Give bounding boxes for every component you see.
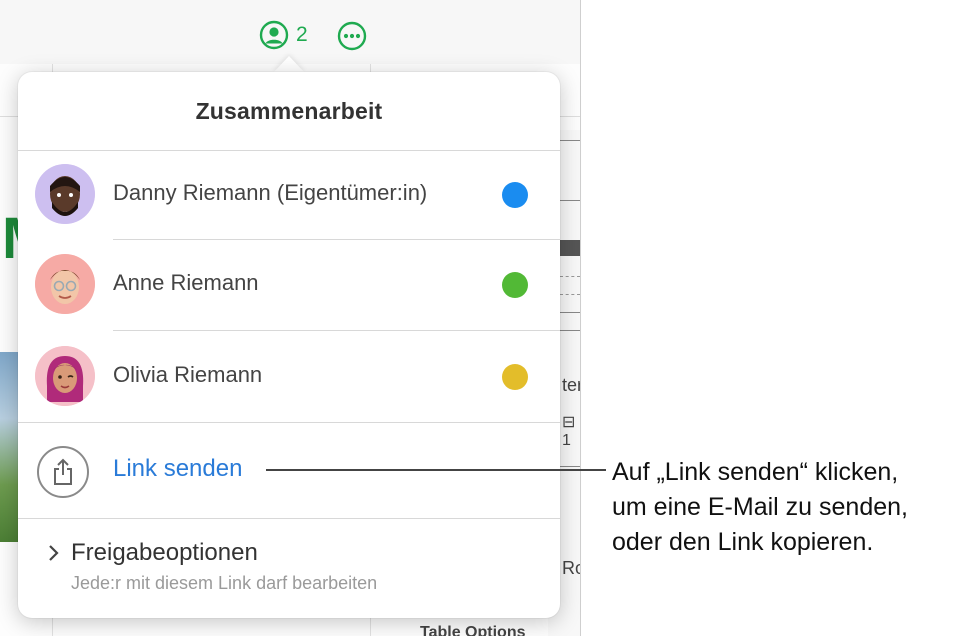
sidebar-text[interactable]: Ro [562, 558, 580, 579]
collaboration-popover: Zusammenarbeit Danny Riemann (Eigentümer… [18, 72, 560, 618]
divider [560, 276, 580, 277]
sharing-options-subtitle: Jede:r mit diesem Link darf bearbeiten [71, 573, 378, 593]
divider [560, 312, 580, 313]
participant-name: Olivia Riemann [113, 362, 263, 387]
avatar [35, 254, 95, 314]
callout-line [266, 469, 606, 471]
popover-title: Zusammenarbeit [195, 98, 383, 124]
participant-row: Anne Riemann [18, 240, 560, 328]
divider [18, 422, 560, 423]
participant-row: Olivia Riemann [18, 332, 560, 420]
ellipsis-circle-icon [337, 21, 367, 51]
participant-name: Danny Riemann (Eigentümer:in) [113, 180, 428, 205]
callout-text: Auf „Link senden“ klicken, um eine E-Mai… [612, 455, 966, 560]
table-options-label[interactable]: Table Options [420, 624, 525, 636]
participant-color-dot [502, 272, 528, 298]
divider [113, 330, 560, 331]
collaborator-count: 2 [296, 23, 308, 46]
participant-row: Danny Riemann (Eigentümer:in) [18, 150, 560, 238]
callout-line-text: Auf „Link senden“ klicken, [612, 458, 899, 486]
avatar [35, 164, 95, 224]
collaborate-button[interactable]: 2 [259, 20, 308, 50]
send-link-button[interactable]: Link senden [18, 424, 560, 518]
divider [560, 200, 580, 201]
sheet-photo [0, 352, 20, 542]
popover-arrow [273, 56, 305, 73]
participant-name: Anne Riemann [113, 270, 259, 295]
callout-line-text: oder den Link kopieren. [612, 528, 874, 556]
participant-color-dot [502, 364, 528, 390]
divider [560, 466, 580, 467]
more-button[interactable] [337, 21, 367, 56]
swatch [560, 240, 580, 256]
sharing-options-button[interactable]: Freigabeoptionen Jede:r mit diesem Link … [18, 518, 560, 618]
share-icon [54, 458, 72, 485]
callout-line-text: um eine E-Mail zu senden, [612, 493, 908, 521]
share-icon-circle [37, 446, 89, 498]
chevron-right-icon [49, 545, 59, 561]
divider [560, 330, 580, 331]
send-link-label[interactable]: Link senden [113, 455, 242, 483]
divider [560, 140, 580, 141]
person-circle-icon [259, 20, 289, 50]
sidebar-text: ⊟ 1 [562, 414, 576, 449]
sidebar-text: ter [562, 375, 581, 395]
divider [560, 294, 580, 295]
sharing-options-title: Freigabeoptionen [71, 539, 258, 566]
participant-color-dot [502, 182, 528, 208]
avatar [35, 346, 95, 406]
